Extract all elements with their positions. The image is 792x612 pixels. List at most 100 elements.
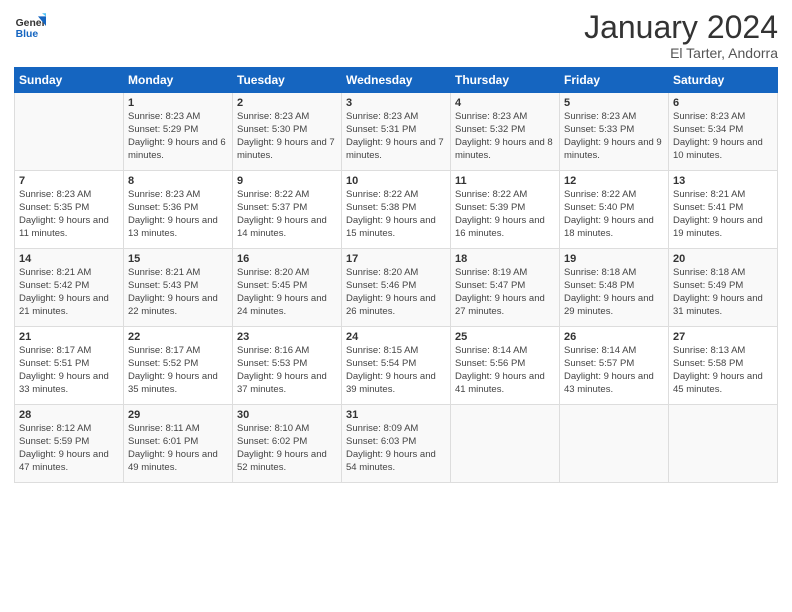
calendar-week-5: 28 Sunrise: 8:12 AMSunset: 5:59 PMDayligh…: [15, 405, 778, 483]
day-detail: Sunrise: 8:19 AMSunset: 5:47 PMDaylight:…: [455, 267, 555, 318]
day-number: 4: [455, 97, 555, 109]
calendar-cell: 4 Sunrise: 8:23 AMSunset: 5:32 PMDaylight…: [451, 93, 560, 171]
day-number: 10: [346, 175, 446, 187]
svg-text:Blue: Blue: [16, 29, 39, 40]
col-wednesday: Wednesday: [342, 68, 451, 93]
calendar-cell: 1 Sunrise: 8:23 AMSunset: 5:29 PMDaylight…: [124, 93, 233, 171]
day-detail: Sunrise: 8:14 AMSunset: 5:56 PMDaylight:…: [455, 345, 555, 396]
calendar-cell: 28 Sunrise: 8:12 AMSunset: 5:59 PMDayligh…: [15, 405, 124, 483]
calendar-cell: 30 Sunrise: 8:10 AMSunset: 6:02 PMDayligh…: [233, 405, 342, 483]
header-row: Sunday Monday Tuesday Wednesday Thursday…: [15, 68, 778, 93]
calendar-cell: 10 Sunrise: 8:22 AMSunset: 5:38 PMDayligh…: [342, 171, 451, 249]
calendar-cell: 11 Sunrise: 8:22 AMSunset: 5:39 PMDayligh…: [451, 171, 560, 249]
calendar-cell: 21 Sunrise: 8:17 AMSunset: 5:51 PMDayligh…: [15, 327, 124, 405]
day-detail: Sunrise: 8:20 AMSunset: 5:45 PMDaylight:…: [237, 267, 337, 318]
day-number: 30: [237, 409, 337, 421]
calendar-cell: [560, 405, 669, 483]
day-detail: Sunrise: 8:18 AMSunset: 5:48 PMDaylight:…: [564, 267, 664, 318]
calendar-cell: 12Sunrise: 8:22 AMSunset: 5:40 PMDayligh…: [560, 171, 669, 249]
calendar-week-3: 14 Sunrise: 8:21 AMSunset: 5:42 PMDayligh…: [15, 249, 778, 327]
col-thursday: Thursday: [451, 68, 560, 93]
calendar-cell: 18Sunrise: 8:19 AMSunset: 5:47 PMDayligh…: [451, 249, 560, 327]
title-block: January 2024 El Tarter, Andorra: [584, 10, 778, 61]
day-number: 25: [455, 331, 555, 343]
calendar-cell: [669, 405, 778, 483]
col-sunday: Sunday: [15, 68, 124, 93]
calendar-cell: 9Sunrise: 8:22 AMSunset: 5:37 PMDaylight…: [233, 171, 342, 249]
month-title: January 2024: [584, 10, 778, 45]
day-detail: Sunrise: 8:23 AMSunset: 5:31 PMDaylight:…: [346, 111, 446, 162]
day-detail: Sunrise: 8:14 AMSunset: 5:57 PMDaylight:…: [564, 345, 664, 396]
location-subtitle: El Tarter, Andorra: [584, 45, 778, 61]
day-number: 29: [128, 409, 228, 421]
calendar-cell: 17Sunrise: 8:20 AMSunset: 5:46 PMDayligh…: [342, 249, 451, 327]
calendar-cell: 24Sunrise: 8:15 AMSunset: 5:54 PMDayligh…: [342, 327, 451, 405]
col-monday: Monday: [124, 68, 233, 93]
day-detail: Sunrise: 8:23 AMSunset: 5:33 PMDaylight:…: [564, 111, 664, 162]
day-number: 13: [673, 175, 773, 187]
day-detail: Sunrise: 8:22 AMSunset: 5:40 PMDaylight:…: [564, 189, 664, 240]
day-number: 22: [128, 331, 228, 343]
day-detail: Sunrise: 8:23 AMSunset: 5:32 PMDaylight:…: [455, 111, 555, 162]
calendar-cell: [15, 93, 124, 171]
day-number: 2: [237, 97, 337, 109]
calendar-week-4: 21 Sunrise: 8:17 AMSunset: 5:51 PMDayligh…: [15, 327, 778, 405]
logo-icon: General Blue: [14, 10, 46, 42]
day-detail: Sunrise: 8:12 AMSunset: 5:59 PMDaylight:…: [19, 423, 119, 474]
calendar-cell: 26Sunrise: 8:14 AMSunset: 5:57 PMDayligh…: [560, 327, 669, 405]
day-number: 1: [128, 97, 228, 109]
day-detail: Sunrise: 8:10 AMSunset: 6:02 PMDaylight:…: [237, 423, 337, 474]
calendar-cell: 13 Sunrise: 8:21 AMSunset: 5:41 PMDayligh…: [669, 171, 778, 249]
day-detail: Sunrise: 8:11 AMSunset: 6:01 PMDaylight:…: [128, 423, 228, 474]
logo: General Blue: [14, 10, 46, 42]
calendar-cell: 14 Sunrise: 8:21 AMSunset: 5:42 PMDayligh…: [15, 249, 124, 327]
calendar-cell: 8 Sunrise: 8:23 AMSunset: 5:36 PMDaylight…: [124, 171, 233, 249]
calendar-cell: 23 Sunrise: 8:16 AMSunset: 5:53 PMDayligh…: [233, 327, 342, 405]
calendar-cell: 27Sunrise: 8:13 AMSunset: 5:58 PMDayligh…: [669, 327, 778, 405]
day-detail: Sunrise: 8:21 AMSunset: 5:43 PMDaylight:…: [128, 267, 228, 318]
calendar-cell: 15Sunrise: 8:21 AMSunset: 5:43 PMDayligh…: [124, 249, 233, 327]
day-number: 8: [128, 175, 228, 187]
day-number: 23: [237, 331, 337, 343]
day-detail: Sunrise: 8:22 AMSunset: 5:38 PMDaylight:…: [346, 189, 446, 240]
col-saturday: Saturday: [669, 68, 778, 93]
day-number: 14: [19, 253, 119, 265]
calendar-week-2: 7Sunrise: 8:23 AMSunset: 5:35 PMDaylight…: [15, 171, 778, 249]
calendar-cell: 19 Sunrise: 8:18 AMSunset: 5:48 PMDayligh…: [560, 249, 669, 327]
calendar-cell: 31Sunrise: 8:09 AMSunset: 6:03 PMDayligh…: [342, 405, 451, 483]
day-number: 11: [455, 175, 555, 187]
day-number: 21: [19, 331, 119, 343]
day-number: 7: [19, 175, 119, 187]
day-detail: Sunrise: 8:21 AMSunset: 5:42 PMDaylight:…: [19, 267, 119, 318]
day-number: 19: [564, 253, 664, 265]
calendar-cell: 5 Sunrise: 8:23 AMSunset: 5:33 PMDaylight…: [560, 93, 669, 171]
day-detail: Sunrise: 8:22 AMSunset: 5:39 PMDaylight:…: [455, 189, 555, 240]
day-number: 20: [673, 253, 773, 265]
day-detail: Sunrise: 8:16 AMSunset: 5:53 PMDaylight:…: [237, 345, 337, 396]
day-number: 16: [237, 253, 337, 265]
calendar-cell: 25 Sunrise: 8:14 AMSunset: 5:56 PMDayligh…: [451, 327, 560, 405]
day-number: 9: [237, 175, 337, 187]
col-friday: Friday: [560, 68, 669, 93]
day-detail: Sunrise: 8:23 AMSunset: 5:30 PMDaylight:…: [237, 111, 337, 162]
day-number: 5: [564, 97, 664, 109]
calendar-cell: 2 Sunrise: 8:23 AMSunset: 5:30 PMDaylight…: [233, 93, 342, 171]
calendar-cell: 3Sunrise: 8:23 AMSunset: 5:31 PMDaylight…: [342, 93, 451, 171]
day-detail: Sunrise: 8:21 AMSunset: 5:41 PMDaylight:…: [673, 189, 773, 240]
day-number: 31: [346, 409, 446, 421]
day-detail: Sunrise: 8:13 AMSunset: 5:58 PMDaylight:…: [673, 345, 773, 396]
calendar-cell: 7Sunrise: 8:23 AMSunset: 5:35 PMDaylight…: [15, 171, 124, 249]
day-detail: Sunrise: 8:23 AMSunset: 5:29 PMDaylight:…: [128, 111, 228, 162]
calendar-cell: 6Sunrise: 8:23 AMSunset: 5:34 PMDaylight…: [669, 93, 778, 171]
day-number: 6: [673, 97, 773, 109]
calendar-week-1: 1 Sunrise: 8:23 AMSunset: 5:29 PMDaylight…: [15, 93, 778, 171]
col-tuesday: Tuesday: [233, 68, 342, 93]
calendar-cell: 22Sunrise: 8:17 AMSunset: 5:52 PMDayligh…: [124, 327, 233, 405]
day-number: 17: [346, 253, 446, 265]
calendar-table: Sunday Monday Tuesday Wednesday Thursday…: [14, 67, 778, 483]
day-number: 28: [19, 409, 119, 421]
calendar-cell: 29 Sunrise: 8:11 AMSunset: 6:01 PMDayligh…: [124, 405, 233, 483]
day-detail: Sunrise: 8:17 AMSunset: 5:51 PMDaylight:…: [19, 345, 119, 396]
day-number: 24: [346, 331, 446, 343]
day-detail: Sunrise: 8:23 AMSunset: 5:36 PMDaylight:…: [128, 189, 228, 240]
